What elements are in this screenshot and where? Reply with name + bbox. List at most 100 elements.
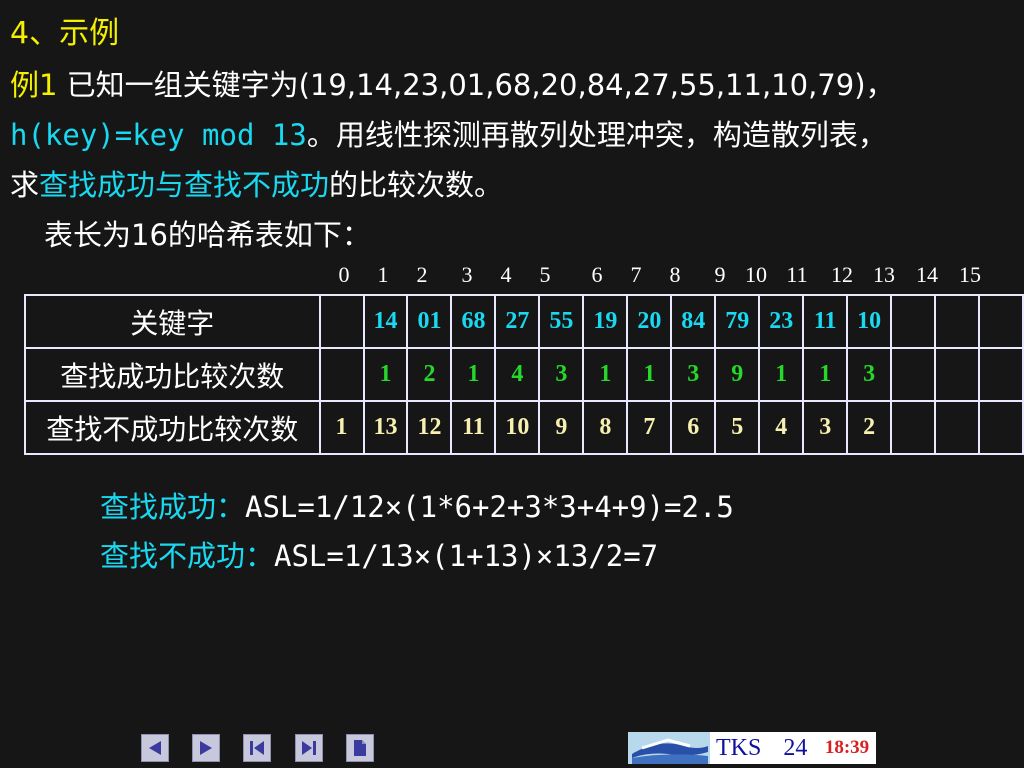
- table-cell: 84: [670, 294, 717, 349]
- first-slide-button[interactable]: [243, 734, 271, 762]
- section-heading: 4、示例: [10, 16, 120, 51]
- table-cell: 3: [538, 347, 585, 402]
- column-index-6: 6: [591, 262, 603, 287]
- column-index-14: 14: [916, 262, 938, 287]
- row-label: 关键字: [24, 294, 321, 349]
- footer-course-box: TKS 24: [710, 732, 818, 764]
- column-index-7: 7: [630, 262, 642, 287]
- table-cell: 55: [538, 294, 585, 349]
- previous-slide-icon: [149, 741, 161, 755]
- last-slide-button[interactable]: [295, 734, 323, 762]
- asl-success: 查找成功：ASL=1/12×(1*6+2+3*3+4+9)=2.5: [100, 484, 734, 526]
- column-index-13: 13: [873, 262, 895, 287]
- table-cell: 4: [494, 347, 541, 402]
- table-cell: 14: [362, 294, 409, 349]
- table-cell: 23: [758, 294, 805, 349]
- example-line-3-prefix: 求: [10, 168, 40, 202]
- column-index-9: 9: [714, 262, 726, 287]
- table-cell: 9: [714, 347, 761, 402]
- asl-fail: 查找不成功：ASL=1/13×(1+13)×13/2=7: [100, 533, 658, 575]
- table-cell: 1: [450, 347, 497, 402]
- first-slide-icon: [250, 741, 264, 755]
- fail-count-row: 查找不成功比较次数 1 13 12 11 10 9 8 7 6 5 4 3 2: [24, 400, 1024, 455]
- last-slide-icon: [302, 741, 316, 755]
- column-index-3: 3: [461, 262, 473, 287]
- column-index-2: 2: [416, 262, 428, 287]
- footer-time: 18:39: [818, 732, 876, 764]
- column-index-5: 5: [539, 262, 551, 287]
- asl-fail-label: 查找不成功：: [100, 539, 275, 573]
- table-cell: 7: [626, 400, 673, 455]
- table-cell: 1: [626, 347, 673, 402]
- table-cell: 6: [670, 400, 717, 455]
- table-cell: [934, 347, 980, 402]
- school-logo: [628, 732, 710, 764]
- row-label: 查找不成功比较次数: [24, 400, 321, 455]
- hash-table: 关键字 14 01 68 27 55 19 20 84 79 23 11 10 查找成功比较次数 1 2 1 4 3…: [24, 294, 1024, 455]
- table-cell: 3: [846, 347, 893, 402]
- example-keys-text: 已知一组关键字为(19,14,23,01,68,20,84,27,55,11,1…: [57, 68, 895, 102]
- table-cell: 11: [450, 400, 497, 455]
- column-index-1: 1: [377, 262, 389, 287]
- table-cell: 79: [714, 294, 761, 349]
- table-cell: 10: [494, 400, 541, 455]
- column-index-12: 12: [831, 262, 853, 287]
- table-cell: 4: [758, 400, 805, 455]
- example-line-1: 例1 已知一组关键字为(19,14,23,01,68,20,84,27,55,1…: [10, 62, 895, 104]
- table-cell: [890, 294, 937, 349]
- logo-icon: [628, 732, 710, 764]
- example-line-3: 求查找成功与查找不成功的比较次数。: [10, 162, 503, 204]
- example-label: 例1: [10, 68, 58, 102]
- table-cell: 8: [582, 400, 629, 455]
- footer-tks: TKS: [716, 734, 762, 761]
- example-line-3-text: 的比较次数。: [329, 168, 504, 202]
- next-slide-button[interactable]: [192, 734, 220, 762]
- row-label: 查找成功比较次数: [24, 347, 321, 402]
- example-line-3-highlight: 查找成功与查找不成功: [39, 168, 330, 202]
- table-cell: 1: [582, 347, 629, 402]
- column-index-4: 4: [500, 262, 512, 287]
- document-icon: [354, 740, 366, 756]
- table-cell: 2: [846, 400, 893, 455]
- table-cell: [890, 400, 937, 455]
- column-index-11: 11: [786, 262, 808, 287]
- table-cell: 19: [582, 294, 629, 349]
- table-cell: 27: [494, 294, 541, 349]
- asl-success-formula: ASL=1/12×(1*6+2+3*3+4+9)=2.5: [245, 490, 734, 524]
- example-line-2: h(key)=key mod 13。用线性探测再散列处理冲突，构造散列表，: [10, 112, 887, 154]
- table-intro: 表长为16的哈希表如下：: [44, 218, 371, 252]
- table-cell: 20: [626, 294, 673, 349]
- document-button[interactable]: [346, 734, 374, 762]
- table-cell: 2: [406, 347, 453, 402]
- table-cell: [977, 400, 1024, 455]
- table-cell: [977, 347, 1024, 402]
- table-cell: 1: [318, 400, 365, 455]
- table-cell: 13: [362, 400, 409, 455]
- success-count-row: 查找成功比较次数 1 2 1 4 3 1 1 3 9 1 1 3: [24, 347, 1024, 402]
- table-cell: 3: [802, 400, 849, 455]
- table-cell: 3: [670, 347, 717, 402]
- table-cell: [318, 347, 365, 402]
- next-slide-icon: [200, 741, 212, 755]
- table-cell: 5: [714, 400, 761, 455]
- column-index-10: 10: [745, 262, 767, 287]
- asl-success-label: 查找成功：: [100, 490, 246, 524]
- previous-slide-button[interactable]: [141, 734, 169, 762]
- table-cell: 9: [538, 400, 585, 455]
- table-cell: 11: [802, 294, 849, 349]
- table-cell: 1: [802, 347, 849, 402]
- keys-row: 关键字 14 01 68 27 55 19 20 84 79 23 11 10: [24, 294, 1024, 349]
- hash-function: h(key)=key mod 13: [10, 118, 307, 152]
- asl-fail-formula: ASL=1/13×(1+13)×13/2=7: [274, 539, 659, 573]
- table-cell: 12: [406, 400, 453, 455]
- table-cell: 01: [406, 294, 453, 349]
- column-index-8: 8: [669, 262, 681, 287]
- column-index-15: 15: [959, 262, 981, 287]
- table-cell: 10: [846, 294, 893, 349]
- table-cell: 1: [758, 347, 805, 402]
- table-cell: [934, 400, 980, 455]
- table-cell: 68: [450, 294, 497, 349]
- footer-page-number: 24: [783, 734, 808, 761]
- table-cell: [934, 294, 980, 349]
- table-cell: [318, 294, 365, 349]
